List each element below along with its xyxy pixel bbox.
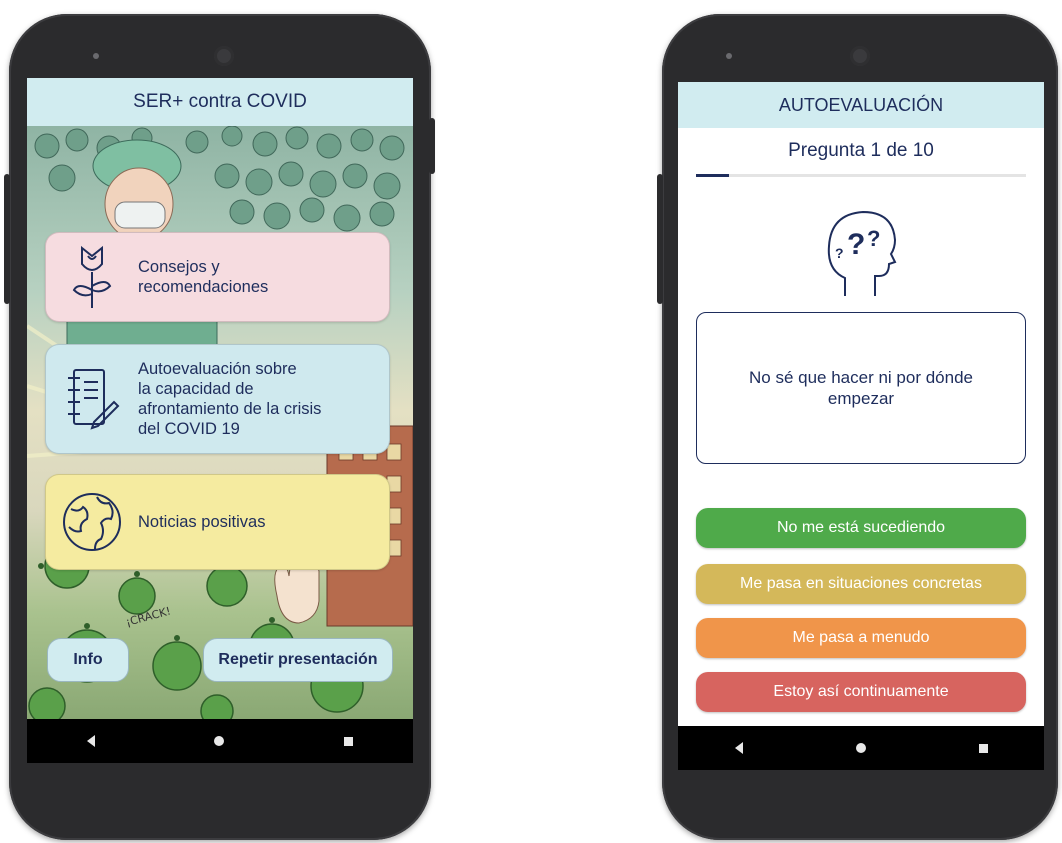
screen-title: AUTOEVALUACIÓN — [778, 94, 944, 115]
info-button[interactable]: Info — [47, 638, 129, 682]
right-phone: AUTOEVALUACIÓN Pregunta 1 de 10 ? ? ? No… — [657, 14, 1058, 840]
card-label: Noticias positivas — [138, 513, 266, 531]
card-consejos[interactable]: Consejos y recomendaciones — [45, 232, 390, 322]
left-screen: SER+ contra COVID ¡CRACK! Consejos y rec… — [27, 78, 413, 763]
right-screen: AUTOEVALUACIÓN Pregunta 1 de 10 ? ? ? No… — [678, 82, 1044, 770]
card-label: Consejos y recomendaciones — [138, 258, 269, 296]
android-nav-bar — [678, 726, 1044, 770]
svg-text:?: ? — [847, 228, 865, 261]
back-icon[interactable] — [86, 735, 95, 747]
back-icon[interactable] — [734, 742, 743, 754]
phone-side-button — [429, 118, 435, 174]
app-title-bar: SER+ contra COVID — [27, 78, 413, 126]
phone-volume-button — [4, 174, 10, 304]
phone-volume-button — [657, 174, 663, 304]
app-title: SER+ contra COVID — [133, 91, 307, 112]
home-icon[interactable] — [855, 743, 866, 753]
card-label: Autoevaluación sobre la capacidad de afr… — [138, 360, 322, 438]
thinking-head-icon: ? ? ? — [823, 204, 899, 300]
question-text: No sé que hacer ni por dónde empezar — [749, 368, 973, 408]
answer-button-situaciones-concretas[interactable]: Me pasa en situaciones concretas — [696, 564, 1026, 604]
home-icon[interactable] — [214, 736, 225, 746]
recent-apps-icon[interactable] — [344, 736, 354, 746]
card-autoevaluacion[interactable]: Autoevaluación sobre la capacidad de afr… — [45, 344, 390, 454]
card-noticias[interactable]: Noticias positivas — [45, 474, 390, 570]
screen-title-bar: AUTOEVALUACIÓN — [678, 82, 1044, 128]
phone-sensor — [726, 53, 732, 59]
progress-bar — [696, 174, 1026, 177]
answer-button-continuamente[interactable]: Estoy así continuamente — [696, 672, 1026, 712]
answer-button-a-menudo[interactable]: Me pasa a menudo — [696, 618, 1026, 658]
left-phone: SER+ contra COVID ¡CRACK! Consejos y rec… — [4, 14, 435, 840]
progress-fill — [696, 174, 729, 177]
phone-camera — [850, 46, 870, 66]
question-box: No sé que hacer ni por dónde empezar — [696, 312, 1026, 464]
phone-camera — [214, 46, 234, 66]
repeat-presentation-button[interactable]: Repetir presentación — [203, 638, 393, 682]
question-counter: Pregunta 1 de 10 — [788, 140, 934, 161]
globe-icon — [46, 491, 138, 553]
rose-icon — [46, 242, 138, 312]
recent-apps-icon[interactable] — [978, 743, 988, 753]
phone-sensor — [93, 53, 99, 59]
notebook-pencil-icon — [46, 364, 138, 434]
svg-text:?: ? — [867, 226, 880, 251]
android-nav-bar — [27, 719, 413, 763]
answer-button-no-sucediendo[interactable]: No me está sucediendo — [696, 508, 1026, 548]
svg-text:?: ? — [835, 245, 844, 261]
